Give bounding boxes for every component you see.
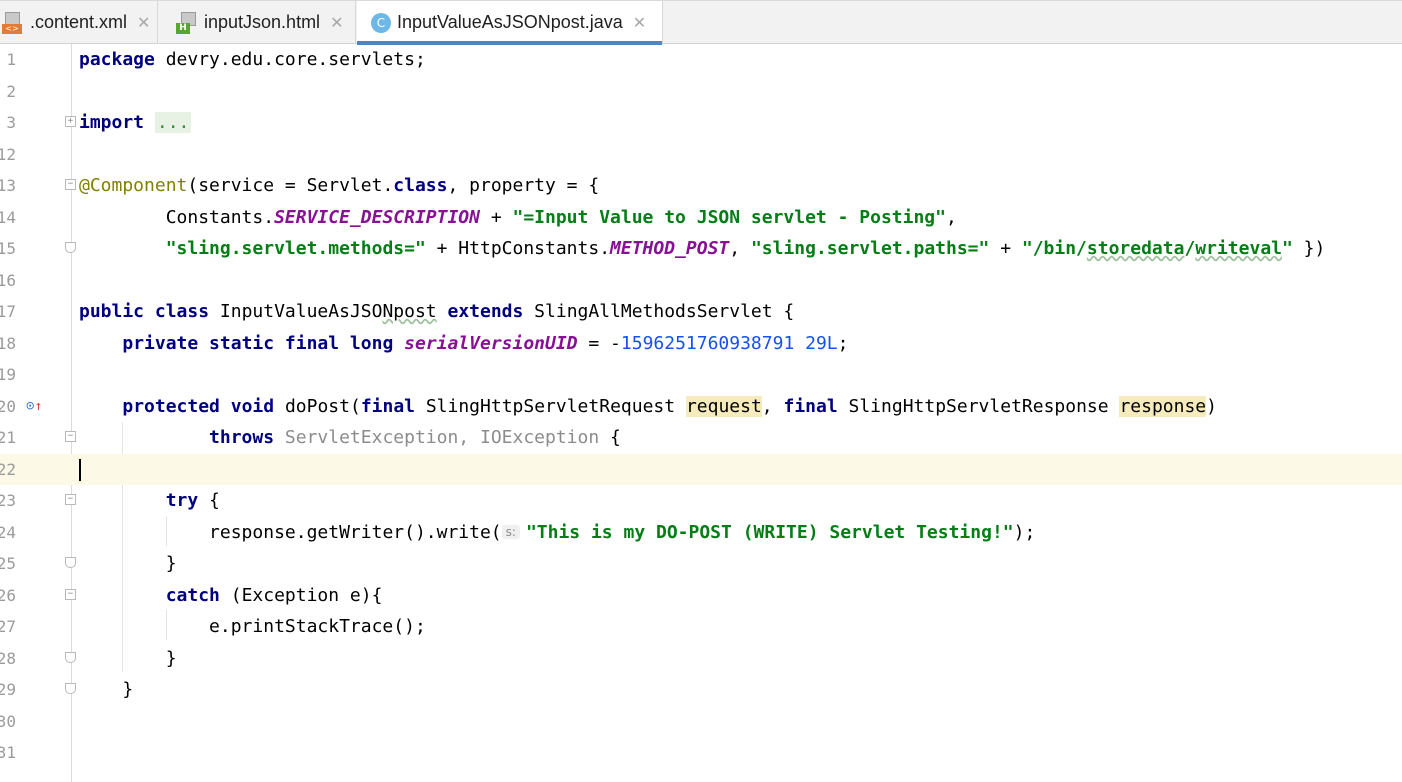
fold-collapse-icon[interactable] bbox=[65, 588, 76, 600]
code-text: } bbox=[79, 679, 134, 700]
line-number: 15 bbox=[0, 239, 16, 258]
code-line[interactable]: 16 bbox=[0, 265, 1402, 297]
tab-content-xml[interactable]: <> .content.xml ✕ bbox=[0, 1, 158, 44]
code-text: "sling.servlet.methods=" + HttpConstants… bbox=[165, 238, 1326, 259]
fold-end-marker[interactable] bbox=[65, 242, 76, 253]
editor-tab-bar: <> .content.xml ✕ H inputJson.html ✕ C I… bbox=[0, 0, 1402, 45]
line-number: 27 bbox=[0, 617, 16, 636]
fold-collapse-icon[interactable] bbox=[65, 494, 76, 505]
line-number: 12 bbox=[0, 144, 16, 164]
fold-end-marker[interactable] bbox=[65, 651, 76, 663]
code-text: protected void doPost(final SlingHttpSer… bbox=[122, 395, 1217, 417]
line-number: 23 bbox=[0, 491, 16, 510]
code-text: @Component(service = Servlet.class, prop… bbox=[79, 175, 600, 196]
code-line[interactable]: 1 package devry.edu.core.servlets; bbox=[0, 44, 1402, 76]
text-caret bbox=[79, 458, 81, 481]
line-number: 31 bbox=[0, 743, 16, 762]
tab-label: InputValueAsJSONpost.java bbox=[397, 12, 623, 32]
code-text: package devry.edu.core.servlets; bbox=[79, 49, 426, 70]
code-line[interactable]: 24 response.getWriter().write(s: "This is… bbox=[0, 517, 1402, 549]
line-number: 26 bbox=[0, 585, 16, 605]
line-number: 24 bbox=[0, 522, 16, 542]
fold-collapse-icon[interactable] bbox=[65, 431, 76, 442]
code-editor[interactable]: 1 package devry.edu.core.servlets; 2 3 i… bbox=[0, 44, 1402, 782]
code-line[interactable]: 29 } bbox=[0, 674, 1402, 706]
code-text: try { bbox=[165, 490, 220, 511]
java-class-icon: C bbox=[371, 12, 391, 33]
line-number: 30 bbox=[0, 711, 16, 731]
line-number: 21 bbox=[0, 428, 16, 447]
tab-inputjson-html[interactable]: H inputJson.html ✕ bbox=[172, 1, 356, 44]
code-text: } bbox=[79, 647, 177, 669]
close-icon[interactable]: ✕ bbox=[633, 13, 646, 33]
line-number: 16 bbox=[0, 270, 16, 290]
code-line[interactable]: 2 bbox=[0, 76, 1402, 108]
code-line[interactable]: 20 ⊙↑ protected void doPost(final SlingH… bbox=[0, 391, 1402, 423]
code-line[interactable]: 27 e.printStackTrace(); bbox=[0, 611, 1402, 643]
line-number: 19 bbox=[0, 365, 16, 384]
code-line[interactable]: 14 Constants.SERVICE_DESCRIPTION + "=Inp… bbox=[0, 202, 1402, 234]
fold-end-marker[interactable] bbox=[65, 557, 76, 568]
fold-collapse-icon[interactable] bbox=[65, 179, 76, 190]
code-text: response.getWriter().write(s: "This is my… bbox=[209, 521, 1036, 543]
fold-expand-icon[interactable] bbox=[65, 116, 76, 127]
code-line[interactable]: 23 try { bbox=[0, 485, 1402, 517]
code-line[interactable]: 28 } bbox=[0, 643, 1402, 675]
line-number: 18 bbox=[0, 333, 16, 353]
code-line[interactable]: 26 catch (Exception e){ bbox=[0, 580, 1402, 612]
line-number: 3 bbox=[6, 113, 16, 132]
line-number: 25 bbox=[0, 554, 16, 573]
override-method-icon[interactable]: ⊙↑ bbox=[26, 398, 42, 414]
code-text: public class InputValueAsJSONpost extend… bbox=[79, 301, 795, 322]
folded-imports[interactable]: ... bbox=[154, 112, 192, 133]
code-line[interactable]: 15 "sling.servlet.methods=" + HttpConsta… bbox=[0, 233, 1402, 265]
tab-label: inputJson.html bbox=[204, 12, 321, 32]
code-text: throws ServletException, IOException { bbox=[209, 427, 621, 448]
code-line[interactable]: 3 import ... bbox=[0, 107, 1402, 139]
html-file-icon: H bbox=[176, 11, 198, 34]
line-number: 20 bbox=[0, 396, 16, 416]
code-text: } bbox=[79, 553, 177, 574]
line-number: 28 bbox=[0, 648, 16, 668]
code-text: import ... bbox=[79, 112, 192, 133]
close-icon[interactable]: ✕ bbox=[330, 13, 343, 33]
code-line[interactable]: 30 bbox=[0, 706, 1402, 738]
line-number: 17 bbox=[0, 302, 16, 321]
code-line[interactable]: 17 public class InputValueAsJSONpost ext… bbox=[0, 296, 1402, 328]
tab-label: .content.xml bbox=[30, 12, 128, 32]
xml-file-icon: <> bbox=[2, 11, 24, 34]
code-line[interactable]: 25 } bbox=[0, 548, 1402, 580]
parameter-hint: s: bbox=[501, 524, 520, 539]
line-number: 29 bbox=[0, 680, 16, 699]
code-text: catch (Exception e){ bbox=[165, 584, 383, 606]
code-line[interactable]: 19 bbox=[0, 359, 1402, 391]
tab-inputvalueasjsonpost-java[interactable]: C InputValueAsJSONpost.java ✕ bbox=[357, 1, 663, 45]
code-line[interactable]: 31 bbox=[0, 737, 1402, 769]
line-number: 22 bbox=[0, 459, 16, 479]
line-number: 14 bbox=[0, 207, 16, 227]
code-text: Constants.SERVICE_DESCRIPTION + "=Input … bbox=[79, 206, 957, 228]
line-number: 13 bbox=[0, 176, 16, 195]
code-line[interactable]: 18 private static final long serialVersi… bbox=[0, 328, 1402, 360]
code-line[interactable]: 12 bbox=[0, 139, 1402, 171]
fold-end-marker[interactable] bbox=[65, 683, 76, 694]
code-text: e.printStackTrace(); bbox=[79, 616, 426, 637]
current-code-line[interactable]: 22 bbox=[0, 453, 1402, 485]
close-icon[interactable]: ✕ bbox=[137, 13, 150, 33]
code-line[interactable]: 21 throws ServletException, IOException … bbox=[0, 422, 1402, 454]
code-text: private static final long serialVersionU… bbox=[122, 332, 849, 354]
line-number: 1 bbox=[6, 50, 16, 69]
code-line[interactable]: 13 @Component(service = Servlet.class, p… bbox=[0, 170, 1402, 202]
line-number: 2 bbox=[6, 81, 16, 101]
